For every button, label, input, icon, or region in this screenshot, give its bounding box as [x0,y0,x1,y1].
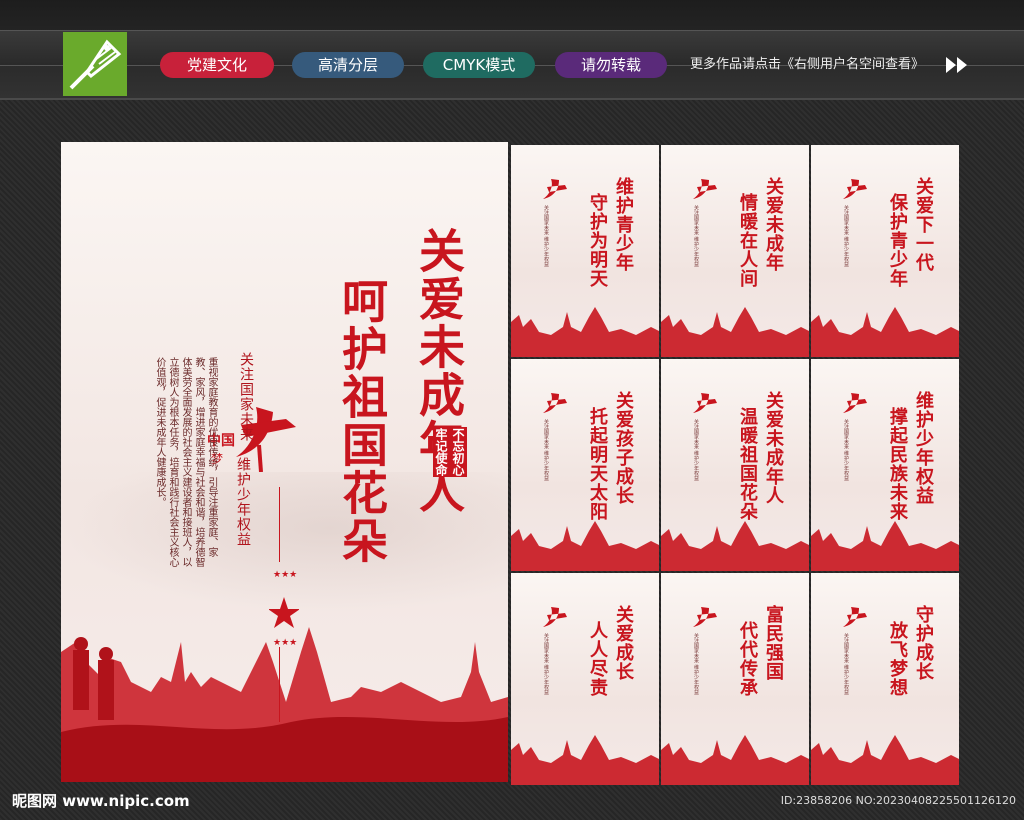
mini-skyline [511,521,659,571]
poster-title-line2: 托起明天太阳 [587,407,608,521]
china-dream-mini-logo [693,607,717,627]
small-poster-5: 关注国家未来 维护少年权益 关爱未成年人 温暖祖国花朵 [661,359,809,571]
subtitle-future: 关注国家未来 [238,352,254,442]
china-dream-mini-logo [543,607,567,627]
mini-skyline [511,307,659,357]
poster-subtext: 关注国家未来 维护少年权益 [693,419,699,481]
poster-subtext: 关注国家未来 维护少年权益 [843,205,849,267]
small-poster-7: 关注国家未来 维护少年权益 关爱成长 人人尽责 [511,573,659,785]
top-bar: 党建文化 高清分层 CMYK模式 请勿转载 更多作品请点击《右侧用户名空间查看》 [0,0,1024,100]
mini-skyline [511,735,659,785]
poster-title-line1: 守护成长 [913,605,934,681]
divider-top [279,487,280,562]
poster-title-line1: 关爱孩子成长 [613,391,634,505]
china-dream-mini-logo [543,393,567,413]
small-poster-9: 关注国家未来 维护少年权益 守护成长 放飞梦想 [811,573,959,785]
poster-title-line2: 人人尽责 [587,621,608,697]
stamp-text-1: 不忘初心 [450,427,467,477]
image-id: ID:23858206 NO:20230408225501126120 [780,794,1016,807]
poster-subtext: 关注国家未来 维护少年权益 [543,633,549,695]
mini-skyline [811,307,959,357]
poster-subtext: 关注国家未来 维护少年权益 [843,633,849,695]
poster-title-line1: 关爱未成年 [763,177,784,272]
poster-subtext: 关注国家未来 维护少年权益 [543,419,549,481]
china-dream-mini-logo [843,179,867,199]
poster-title-line1: 关爱未成年人 [763,391,784,505]
small-poster-4: 关注国家未来 维护少年权益 关爱孩子成长 托起明天太阳 [511,359,659,571]
china-dream-mini-logo [693,393,717,413]
poster-title-line2: 守护为明天 [587,193,608,288]
poster-title-line1: 维护少年权益 [913,391,934,505]
small-poster-2: 关注国家未来 维护少年权益 关爱未成年 情暖在人间 [661,145,809,357]
poster-title-line2: 保护青少年 [887,193,908,288]
double-arrow-icon[interactable] [944,55,970,75]
mini-skyline [661,521,809,571]
pen-nib-icon [69,39,122,90]
mini-skyline [661,307,809,357]
main-paragraph: 重视家庭教育的优良传统，引导注重家庭、家教、家风，增进家庭幸福与社会和谐，培养德… [154,357,217,567]
poster-title-line2: 放飞梦想 [887,621,908,697]
tag-no-repost[interactable]: 请勿转载 [555,52,667,78]
poster-title-line2: 撑起民族未来 [887,407,908,521]
svg-text:★★★: ★★★ [273,570,297,580]
china-dream-mini-logo [543,179,567,199]
poster-title-line2: 代代传承 [737,621,758,697]
site-watermark: 昵图网 www.nipic.com [12,792,190,810]
small-poster-3: 关注国家未来 维护少年权益 关爱下一代 保护青少年 [811,145,959,357]
poster-title-line1: 维护青少年 [613,177,634,272]
poster-subtext: 关注国家未来 维护少年权益 [543,205,549,267]
tag-cmyk[interactable]: CMYK模式 [423,52,535,78]
small-poster-6: 关注国家未来 维护少年权益 维护少年权益 撑起民族未来 [811,359,959,571]
mini-skyline [811,735,959,785]
mini-skyline [661,735,809,785]
site-logo[interactable] [63,32,127,96]
subtitle-rights: 维护少年权益 [235,457,251,547]
poster-subtext: 关注国家未来 维护少年权益 [843,419,849,481]
stamp-remember: 不忘初心 牢记使命 [433,425,467,479]
mini-skyline [811,521,959,571]
tag-party-culture[interactable]: 党建文化 [160,52,274,78]
main-title-left: 呵护祖国花朵 [335,277,389,565]
poster-subtext: 关注国家未来 维护少年权益 [693,633,699,695]
china-dream-mini-logo [843,393,867,413]
main-poster: 中国 梦 关爱未成年人 呵护祖国花朵 关注国家未来 维护少年权益 ★★★ ★★★… [61,142,508,782]
poster-title-line1: 关爱成长 [613,605,634,681]
poster-title-line2: 情暖在人间 [737,193,758,288]
stamp-text-2: 牢记使命 [433,427,450,477]
small-poster-8: 关注国家未来 维护少年权益 富民强国 代代传承 [661,573,809,785]
poster-subtext: 关注国家未来 维护少年权益 [693,205,699,267]
city-skyline-silhouette [61,627,508,782]
more-works-link[interactable]: 更多作品请点击《右侧用户名空间查看》 [690,55,924,75]
small-poster-1: 关注国家未来 维护少年权益 维护青少年 守护为明天 [511,145,659,357]
china-dream-mini-logo [843,607,867,627]
poster-title-line1: 关爱下一代 [913,177,934,272]
tag-hd-layers[interactable]: 高清分层 [292,52,404,78]
poster-title-line2: 温暖祖国花朵 [737,407,758,521]
poster-title-line1: 富民强国 [763,605,784,681]
china-dream-mini-logo [693,179,717,199]
